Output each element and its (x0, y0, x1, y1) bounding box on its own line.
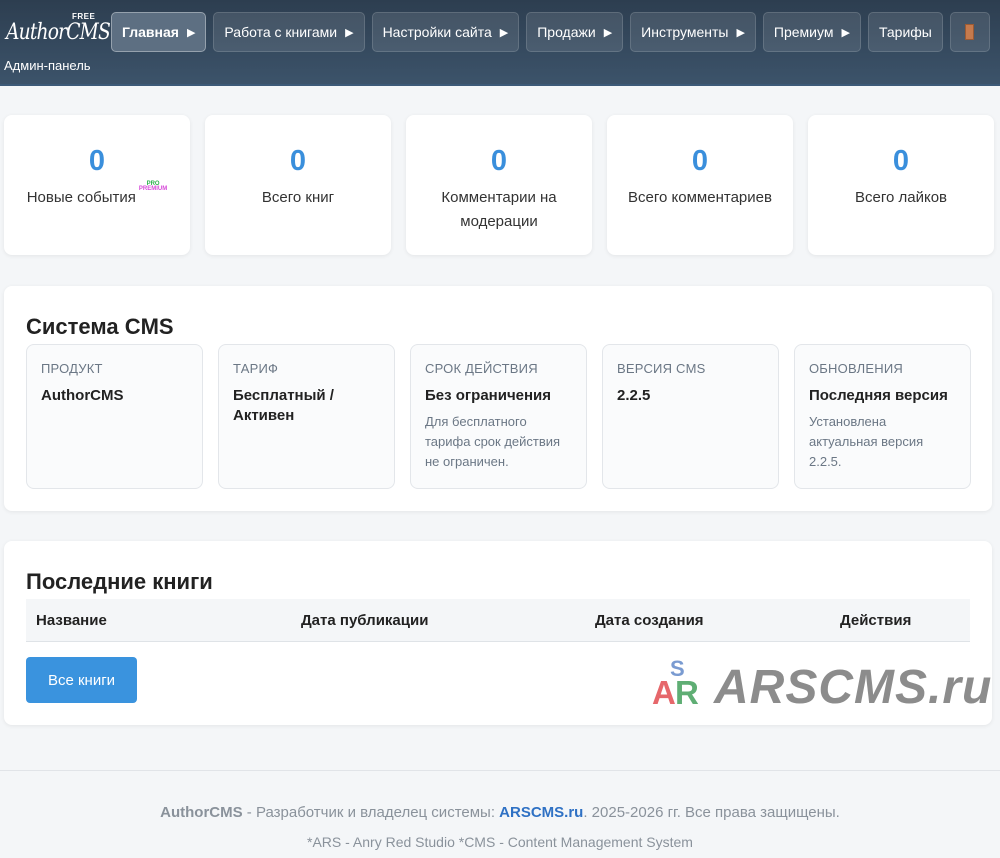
footer-link[interactable]: ARSCMS.ru (499, 804, 583, 821)
nav-item-premium[interactable]: Премиум ▶ (762, 12, 861, 52)
info-caption: ПРОДУКТ (41, 361, 103, 376)
nav-item-label: Инструменты (641, 24, 729, 40)
triangle-right-icon: ▶ (841, 26, 850, 39)
footer-divider (0, 770, 1000, 771)
watermark-text: ARSCMS.ru (714, 661, 993, 714)
nav-item-label: Продажи (537, 24, 596, 40)
info-caption: ТАРИФ (233, 361, 279, 376)
stat-card-total-comments: 0 Всего комментариев (607, 115, 793, 255)
triangle-right-icon: ▶ (186, 26, 196, 39)
stats-row: 0 Новые событияPRO PREMIUM 0 Всего книг 0… (4, 115, 994, 255)
nav-item-books[interactable]: Работа с книгами ▶ (213, 12, 365, 52)
stat-value: 0 (892, 145, 910, 177)
logo[interactable]: FREE AuthorCMS Админ-панель (4, 8, 111, 78)
info-card-product: ПРОДУКТ AuthorCMS (26, 344, 203, 489)
pro-premium-badge: PRO PREMIUM (138, 181, 168, 192)
info-note: Для бесплатного тарифа срок действия не … (425, 414, 561, 469)
info-card-tariff: ТАРИФ Бесплатный / Активен (218, 344, 395, 489)
footer-brand: AuthorCMS (160, 804, 243, 821)
watermark-logo-r: R (675, 674, 699, 711)
column-header-published: Дата публикации (301, 612, 429, 629)
stat-card-total-likes: 0 Всего лайков (808, 115, 994, 255)
logo-name: AuthorCMS (6, 20, 111, 45)
bookmark-icon (965, 24, 975, 40)
info-card-updates: ОБНОВЛЕНИЯ Последняя версия Установлена … (794, 344, 971, 489)
stat-label: Комментарии на модерации (441, 189, 557, 230)
stat-label: Всего комментариев (628, 189, 772, 206)
triangle-right-icon: ▶ (499, 26, 509, 39)
arscms-watermark: S A R ARSCMS.ru (650, 656, 993, 718)
stat-label: Всего лайков (854, 189, 947, 206)
info-value: Последняя версия (809, 387, 948, 404)
stat-value: 0 (691, 145, 709, 177)
info-card-version: ВЕРСИЯ CMS 2.2.5 (602, 344, 779, 489)
column-header-actions: Действия (840, 612, 912, 629)
books-table-header: Название Дата публикации Дата создания Д… (26, 599, 970, 642)
column-header-title: Название (36, 612, 107, 629)
info-value: 2.2.5 (617, 387, 651, 404)
system-title: Система CMS (26, 314, 174, 339)
nav-item-sales[interactable]: Продажи ▶ (526, 12, 624, 52)
footer-copyright: AuthorCMS - Разработчик и владелец систе… (0, 804, 1000, 821)
nav-item-site-settings[interactable]: Настройки сайта ▶ (371, 12, 520, 52)
books-title: Последние книги (26, 569, 213, 594)
info-caption: ОБНОВЛЕНИЯ (809, 361, 903, 376)
system-info-row: ПРОДУКТ AuthorCMS ТАРИФ Бесплатный / Акт… (26, 344, 971, 489)
stat-value: 0 (490, 145, 508, 177)
nav-item-label: Тарифы (878, 24, 932, 40)
nav-item-label: Главная (122, 24, 179, 40)
stat-label: Всего книг (261, 189, 335, 206)
triangle-right-icon: ▶ (345, 26, 354, 39)
system-panel: Система CMS ПРОДУКТ AuthorCMS ТАРИФ Бесп… (4, 286, 992, 511)
info-value: Бесплатный / Активен (233, 387, 334, 424)
logo-subtitle: Админ-панель (4, 58, 91, 73)
footer-legend: *ARS - Anry Red Studio *CMS - Content Ma… (307, 834, 693, 850)
triangle-right-icon: ▶ (736, 26, 745, 39)
info-card-validity: СРОК ДЕЙСТВИЯ Без ограничения Для беспла… (410, 344, 587, 489)
stat-value: 0 (88, 145, 106, 177)
info-value: AuthorCMS (41, 387, 124, 404)
triangle-right-icon: ▶ (603, 26, 613, 39)
stat-card-new-events: 0 Новые событияPRO PREMIUM (4, 115, 190, 255)
nav-item-tools[interactable]: Инструменты ▶ (630, 12, 756, 52)
nav-item-tariffs[interactable]: Тарифы (867, 12, 943, 52)
nav-item-label: Настройки сайта (382, 24, 492, 40)
nav-item-label: Работа с книгами (224, 24, 338, 40)
stat-card-comments-moderation: 0 Комментарии на модерации (406, 115, 592, 255)
footer-text: - Разработчик и владелец системы: (242, 804, 500, 821)
stat-card-total-books: 0 Всего книг (205, 115, 391, 255)
info-note: Установлена актуальная версия 2.2.5. (809, 414, 924, 469)
stat-label: Новые событияPRO PREMIUM (26, 181, 168, 206)
footer-text-end: . 2025-2026 гг. Все права защищены. (583, 804, 840, 821)
nav-item-label: Премиум (773, 24, 834, 40)
stat-value: 0 (289, 145, 307, 177)
watermark-logo-a: A (652, 674, 676, 711)
top-header: FREE AuthorCMS Админ-панель Главная ▶ Ра… (0, 0, 1000, 86)
info-caption: ВЕРСИЯ CMS (617, 361, 706, 376)
column-header-created: Дата создания (595, 612, 704, 629)
all-books-button[interactable]: Все книги (26, 657, 137, 703)
nav-item-home[interactable]: Главная ▶ (111, 12, 207, 52)
info-value: Без ограничения (425, 387, 552, 404)
nav-item-extra[interactable] (949, 12, 990, 52)
main-nav: Главная ▶ Работа с книгами ▶ Настройки с… (111, 12, 990, 52)
info-caption: СРОК ДЕЙСТВИЯ (425, 361, 538, 376)
